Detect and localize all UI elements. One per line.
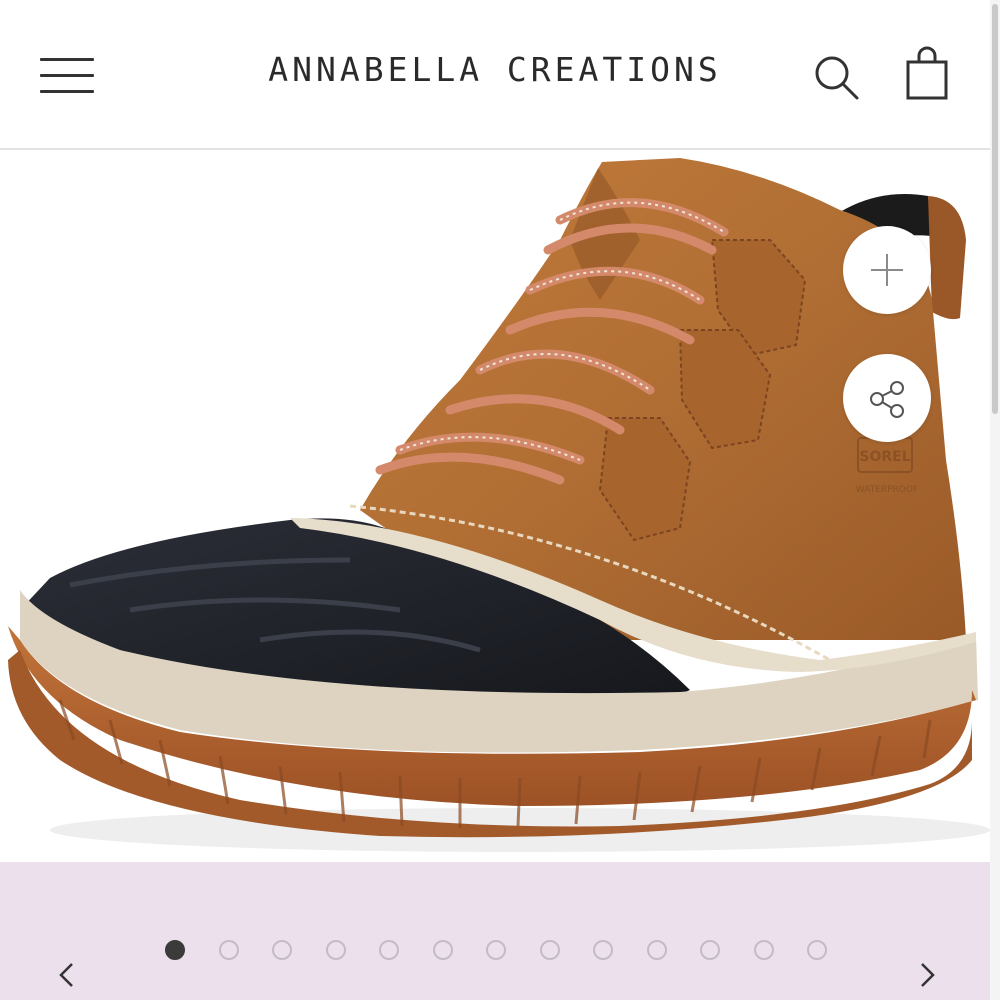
carousel-dot[interactable] <box>647 940 667 960</box>
search-icon[interactable] <box>812 52 862 102</box>
scrollbar-thumb[interactable] <box>992 4 998 414</box>
carousel-controls <box>0 862 990 1000</box>
carousel-dot[interactable] <box>272 940 292 960</box>
carousel-dots <box>0 940 990 964</box>
carousel-dot[interactable] <box>540 940 560 960</box>
chevron-left-icon[interactable] <box>52 958 82 992</box>
carousel-dot[interactable] <box>165 940 185 960</box>
carousel-dot[interactable] <box>754 940 774 960</box>
share-icon <box>870 381 904 418</box>
carousel-dot[interactable] <box>379 940 399 960</box>
shopping-bag-icon[interactable] <box>902 46 952 102</box>
carousel-dot[interactable] <box>326 940 346 960</box>
carousel-dot[interactable] <box>700 940 720 960</box>
share-button[interactable] <box>843 354 931 442</box>
waterproof-stamp: WATERPROOF <box>856 485 918 495</box>
page-scrollbar[interactable] <box>990 0 1000 1000</box>
carousel-dot[interactable] <box>593 940 613 960</box>
site-header: ANNABELLA CREATIONS <box>0 0 990 150</box>
boot-photo: SOREL WATERPROOF <box>8 158 990 852</box>
product-image[interactable]: SOREL WATERPROOF <box>0 150 990 862</box>
plus-icon <box>871 254 903 286</box>
carousel-dot[interactable] <box>486 940 506 960</box>
product-page: ANNABELLA CREATIONS SOREL WATERPROOF <box>0 0 1000 1000</box>
zoom-button[interactable] <box>843 226 931 314</box>
brand-stamp: SOREL <box>859 449 910 465</box>
chevron-right-icon[interactable] <box>912 958 942 992</box>
carousel-dot[interactable] <box>219 940 239 960</box>
carousel-dot[interactable] <box>433 940 453 960</box>
carousel-dot[interactable] <box>807 940 827 960</box>
